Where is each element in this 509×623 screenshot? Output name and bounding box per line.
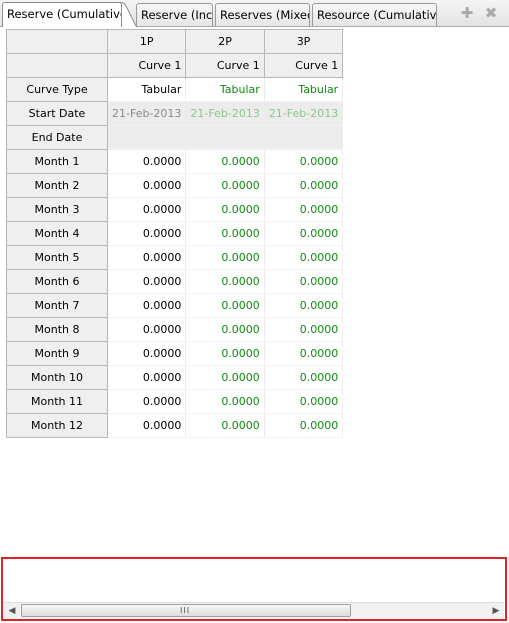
table-row: Month 11 0.0000 0.0000 0.0000 — [6, 389, 344, 414]
row-header-month: Month 1 — [6, 149, 108, 174]
corner-cell — [6, 53, 108, 78]
value-cell[interactable]: 0.0000 — [185, 221, 265, 246]
end-date-cell[interactable] — [264, 125, 344, 150]
value-cell[interactable]: 0.0000 — [107, 293, 187, 318]
end-date-row: End Date — [6, 125, 344, 150]
curve-type-cell[interactable]: Tabular — [264, 77, 344, 102]
row-header-month: Month 7 — [6, 293, 108, 318]
row-header-month: Month 8 — [6, 317, 108, 342]
value-cell[interactable]: 0.0000 — [264, 221, 344, 246]
row-header-month: Month 10 — [6, 365, 108, 390]
table-row: Month 10 0.0000 0.0000 0.0000 — [6, 365, 344, 390]
value-cell[interactable]: 0.0000 — [185, 245, 265, 270]
tab-reserves-mixed[interactable]: Reserves (Mixed) — [215, 3, 310, 26]
value-cell[interactable]: 0.0000 — [264, 365, 344, 390]
table-row: Month 6 0.0000 0.0000 0.0000 — [6, 269, 344, 294]
table-row: Month 5 0.0000 0.0000 0.0000 — [6, 245, 344, 270]
value-cell[interactable]: 0.0000 — [264, 341, 344, 366]
value-cell[interactable]: 0.0000 — [107, 365, 187, 390]
table-row: Month 12 0.0000 0.0000 0.0000 — [6, 413, 344, 438]
value-cell[interactable]: 0.0000 — [107, 413, 187, 438]
curve-name-row: Curve 1 Curve 1 Curve 1 — [6, 53, 344, 78]
value-cell[interactable]: 0.0000 — [185, 197, 265, 222]
value-cell[interactable]: 0.0000 — [185, 149, 265, 174]
scroll-left-arrow-icon[interactable]: ◀ — [4, 603, 20, 619]
curve-type-cell[interactable]: Tabular — [107, 77, 187, 102]
value-cell[interactable]: 0.0000 — [185, 341, 265, 366]
row-header-month: Month 11 — [6, 389, 108, 414]
tab-strip: Reserve (Cumulative) Reserve (Incr) Rese… — [0, 0, 509, 27]
column-header-2p[interactable]: 2P — [185, 29, 265, 54]
value-cell[interactable]: 0.0000 — [107, 389, 187, 414]
table-row: Month 3 0.0000 0.0000 0.0000 — [6, 197, 344, 222]
value-cell[interactable]: 0.0000 — [185, 293, 265, 318]
reserves-grid: 1P 2P 3P Curve 1 Curve 1 Curve 1 Curve T… — [6, 29, 344, 438]
row-header-month: Month 5 — [6, 245, 108, 270]
start-date-cell[interactable]: 21-Feb-2013 — [264, 101, 344, 126]
value-cell[interactable]: 0.0000 — [264, 413, 344, 438]
grip-icon: III — [180, 606, 191, 615]
value-cell[interactable]: 0.0000 — [185, 365, 265, 390]
curve-name-3p[interactable]: Curve 1 — [263, 53, 344, 78]
value-cell[interactable]: 0.0000 — [185, 413, 265, 438]
tab-reserve-cumulative[interactable]: Reserve (Cumulative) — [2, 2, 122, 27]
value-cell[interactable]: 0.0000 — [107, 317, 187, 342]
value-cell[interactable]: 0.0000 — [264, 173, 344, 198]
value-cell[interactable]: 0.0000 — [107, 173, 187, 198]
row-header-curve-type: Curve Type — [6, 77, 108, 102]
column-header-1p[interactable]: 1P — [106, 29, 187, 54]
value-cell[interactable]: 0.0000 — [107, 197, 187, 222]
table-row: Month 7 0.0000 0.0000 0.0000 — [6, 293, 344, 318]
table-row: Month 8 0.0000 0.0000 0.0000 — [6, 317, 344, 342]
scroll-right-arrow-icon[interactable]: ▶ — [488, 603, 504, 619]
row-header-end-date: End Date — [6, 125, 108, 150]
end-date-cell[interactable] — [185, 125, 265, 150]
start-date-cell[interactable]: 21-Feb-2013 — [107, 101, 187, 126]
value-cell[interactable]: 0.0000 — [107, 149, 187, 174]
value-cell[interactable]: 0.0000 — [107, 221, 187, 246]
row-header-month: Month 6 — [6, 269, 108, 294]
value-cell[interactable]: 0.0000 — [107, 245, 187, 270]
horizontal-scrollbar[interactable]: ◀ III ▶ — [4, 602, 504, 619]
table-row: Month 9 0.0000 0.0000 0.0000 — [6, 341, 344, 366]
table-row: Month 4 0.0000 0.0000 0.0000 — [6, 221, 344, 246]
column-header-3p[interactable]: 3P — [263, 29, 344, 54]
value-cell[interactable]: 0.0000 — [107, 341, 187, 366]
curve-type-cell[interactable]: Tabular — [185, 77, 265, 102]
tab-resource-cumulative[interactable]: Resource (Cumulative) — [312, 3, 437, 26]
corner-cell — [6, 29, 108, 54]
curve-name-1p[interactable]: Curve 1 — [106, 53, 187, 78]
row-header-month: Month 3 — [6, 197, 108, 222]
row-header-month: Month 12 — [6, 413, 108, 438]
row-header-month: Month 4 — [6, 221, 108, 246]
value-cell[interactable]: 0.0000 — [185, 173, 265, 198]
tab-reserve-incr[interactable]: Reserve (Incr) — [136, 3, 213, 26]
curve-name-2p[interactable]: Curve 1 — [185, 53, 265, 78]
start-date-cell[interactable]: 21-Feb-2013 — [185, 101, 265, 126]
row-header-month: Month 2 — [6, 173, 108, 198]
scrollbar-thumb[interactable]: III — [21, 604, 351, 617]
value-cell[interactable]: 0.0000 — [264, 293, 344, 318]
row-header-month: Month 9 — [6, 341, 108, 366]
end-date-cell[interactable] — [107, 125, 187, 150]
value-cell[interactable]: 0.0000 — [185, 389, 265, 414]
value-cell[interactable]: 0.0000 — [185, 269, 265, 294]
row-header-start-date: Start Date — [6, 101, 108, 126]
start-date-row: Start Date 21-Feb-2013 21-Feb-2013 21-Fe… — [6, 101, 344, 126]
value-cell[interactable]: 0.0000 — [107, 269, 187, 294]
value-cell[interactable]: 0.0000 — [264, 245, 344, 270]
value-cell[interactable]: 0.0000 — [264, 269, 344, 294]
value-cell[interactable]: 0.0000 — [264, 149, 344, 174]
header-row: 1P 2P 3P — [6, 29, 344, 54]
curve-type-row: Curve Type Tabular Tabular Tabular — [6, 77, 344, 102]
value-cell[interactable]: 0.0000 — [264, 389, 344, 414]
table-row: Month 2 0.0000 0.0000 0.0000 — [6, 173, 344, 198]
value-cell[interactable]: 0.0000 — [185, 317, 265, 342]
table-row: Month 1 0.0000 0.0000 0.0000 — [6, 149, 344, 174]
value-cell[interactable]: 0.0000 — [264, 317, 344, 342]
plus-icon[interactable]: ✚ — [460, 6, 474, 21]
value-cell[interactable]: 0.0000 — [264, 197, 344, 222]
close-icon[interactable]: ✖ — [484, 6, 498, 21]
